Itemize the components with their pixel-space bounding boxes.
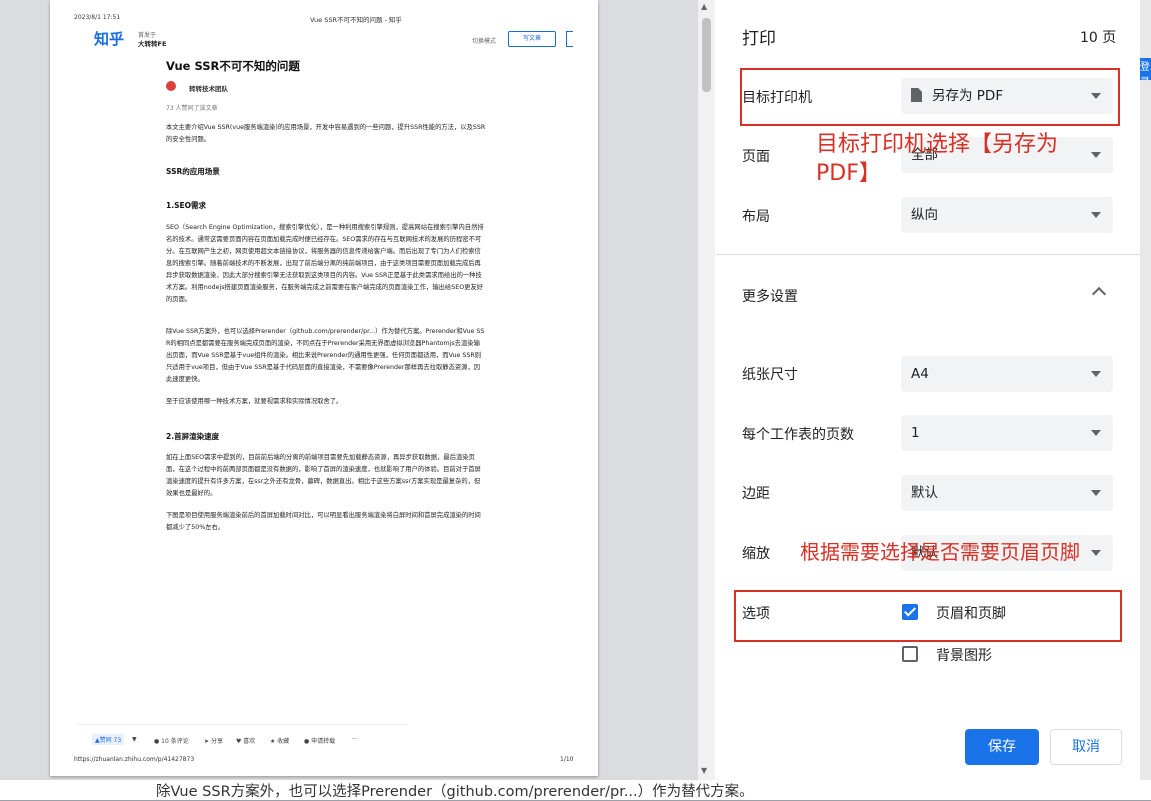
pages-per-sheet-select[interactable]: 1 (901, 415, 1113, 451)
author-name: 转转技术团队 (189, 85, 228, 93)
choose-paragraph: 至于应该使用哪一种技术方案，就要视需求和实际情况取舍了。 (166, 398, 343, 405)
annotation-text-header-footer: 根据需要选择是否需要页眉页脚 (800, 540, 1080, 564)
chevron-down-icon (1091, 550, 1101, 556)
more-settings-toggle[interactable]: 更多设置 (742, 286, 798, 306)
article-title: Vue SSR不可不知的问题 (166, 59, 300, 73)
favorite-link: ★ 收藏 (270, 738, 290, 745)
paper-size-label: 纸张尺寸 (742, 367, 798, 383)
panel-edge (1140, 0, 1151, 800)
heading-seo: 1.SEO需求 (166, 201, 206, 210)
annotation-text-printer: 目标打印机选择【另存为PDF】 (816, 132, 1059, 186)
seo-paragraph: SEO（Search Engine Optimization，搜索引擎优化），是… (166, 224, 484, 303)
scroll-up-arrow-icon[interactable]: ▲ (701, 2, 707, 11)
first-screen-paragraph: 如在上面SEO需求中提到的，目前前后端的分离的前端项目需要先加载静态资源，再异步… (166, 454, 481, 497)
heading-scene: SSR的应用场景 (166, 167, 220, 176)
apply-repost-label: 申请转载 (311, 738, 336, 745)
margin-select[interactable]: 默认 (901, 475, 1113, 511)
annotation-box-printer (740, 68, 1120, 126)
intro-paragraph: 本文主要介绍Vue SSR(vue服务端渲染)的应用场景，开发中容易遇到的一些问… (166, 124, 486, 143)
layout-label: 布局 (742, 209, 770, 225)
scrollbar-thumb[interactable] (702, 18, 711, 92)
favorite-label: 收藏 (277, 738, 290, 745)
margin-value: 默认 (911, 485, 938, 501)
paper-size-value: A4 (911, 366, 929, 382)
write-article-button: 写文章 (508, 31, 556, 47)
header-title: Vue SSR不可不知的问题 - 知乎 (310, 16, 402, 24)
pages-label: 页面 (742, 149, 770, 165)
switch-mode-link: 切换模式 (472, 38, 497, 45)
layout-value: 纵向 (911, 207, 938, 223)
share-label: 分享 (210, 738, 223, 745)
section-divider (716, 254, 1140, 255)
more-icon: ··· (352, 736, 358, 743)
author-avatar (166, 81, 176, 91)
chevron-down-icon (1091, 490, 1101, 496)
paper-size-select[interactable]: A4 (901, 356, 1113, 392)
chevron-down-icon (1091, 212, 1101, 218)
like-label: 喜欢 (243, 738, 256, 745)
pages-per-sheet-label: 每个工作表的页数 (742, 427, 854, 443)
apply-repost-link: ● 申请转载 (304, 738, 336, 745)
liked-count: 73 人赞同了该文章 (166, 105, 218, 112)
comments-link: ● 10 条评论 (154, 738, 189, 745)
login-tab-label: 登录 (1140, 62, 1150, 80)
print-title: 打印 (742, 29, 776, 49)
chevron-down-icon (1091, 371, 1101, 377)
chart-paragraph: 下图是项目使用服务端渲染前后的首屏加载时间对比，可以明显看出服务端渲染将白屏时间… (166, 512, 481, 531)
login-button-edge (566, 31, 573, 47)
column-name: 大转转FE (138, 40, 167, 48)
scale-label: 缩放 (742, 546, 770, 562)
downvote-icon: ▼ (132, 736, 137, 743)
margin-label: 边距 (742, 486, 770, 502)
comments-label: 10 条评论 (161, 738, 189, 745)
page-url: https://zhuanlan.zhihu.com/p/41427873 (74, 756, 195, 763)
pages-per-sheet-value: 1 (911, 425, 920, 441)
share-link: ➤ 分享 (204, 738, 223, 745)
cancel-button[interactable]: 取消 (1050, 729, 1122, 765)
scroll-down-arrow-icon[interactable]: ▼ (701, 766, 707, 775)
prerender-paragraph: 除Vue SSR方案外，也可以选择Prerender（github.com/pr… (166, 328, 485, 383)
underlying-page-text: 除Vue SSR方案外，也可以选择Prerender（github.com/pr… (156, 784, 754, 800)
background-graphics-checkbox[interactable] (902, 646, 918, 662)
preview-page: 2023/8/1 17:51 Vue SSR不可不知的问题 - 知乎 知乎 首发… (50, 0, 598, 776)
preview-scrollbar[interactable] (698, 0, 715, 780)
heading-first-screen: 2.首屏渲染速度 (166, 432, 220, 441)
header-date: 2023/8/1 17:51 (74, 14, 121, 21)
vote-button: ▲赞同 73 (92, 734, 125, 745)
page-count: 10 页 (1080, 30, 1117, 46)
page-number: 1/10 (560, 756, 574, 763)
layout-select[interactable]: 纵向 (901, 197, 1113, 233)
save-button[interactable]: 保存 (965, 729, 1039, 765)
like-link: ♥ 喜欢 (236, 738, 256, 745)
background-graphics-label[interactable]: 背景图形 (936, 645, 992, 665)
login-tab-edge[interactable]: 登录 (1140, 58, 1151, 80)
zhihu-logo: 知乎 (94, 30, 125, 48)
annotation-box-options (734, 590, 1122, 642)
chevron-down-icon (1091, 430, 1101, 436)
